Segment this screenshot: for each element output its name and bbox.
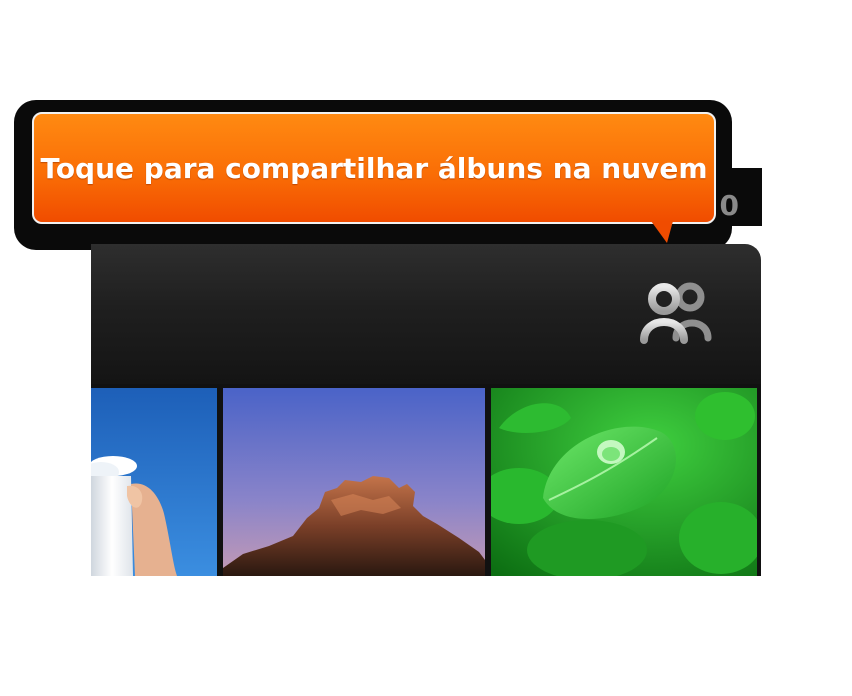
- tooltip-text: Toque para compartilhar álbuns na nuvem: [40, 151, 708, 185]
- share-tooltip[interactable]: Toque para compartilhar álbuns na nuvem: [32, 112, 716, 224]
- gallery-thumb-3[interactable]: [491, 388, 757, 576]
- gallery-thumb-1[interactable]: [91, 388, 217, 576]
- tooltip-tail: [651, 221, 673, 243]
- share-albums-button[interactable]: [636, 280, 720, 344]
- photo-gallery: [91, 384, 761, 576]
- photo-leaf-droplet: [491, 388, 757, 576]
- photo-rock-dusk: [223, 388, 485, 576]
- people-share-icon: [640, 282, 712, 344]
- photo-cup-sky: [91, 388, 217, 576]
- gallery-thumb-2[interactable]: [223, 388, 485, 576]
